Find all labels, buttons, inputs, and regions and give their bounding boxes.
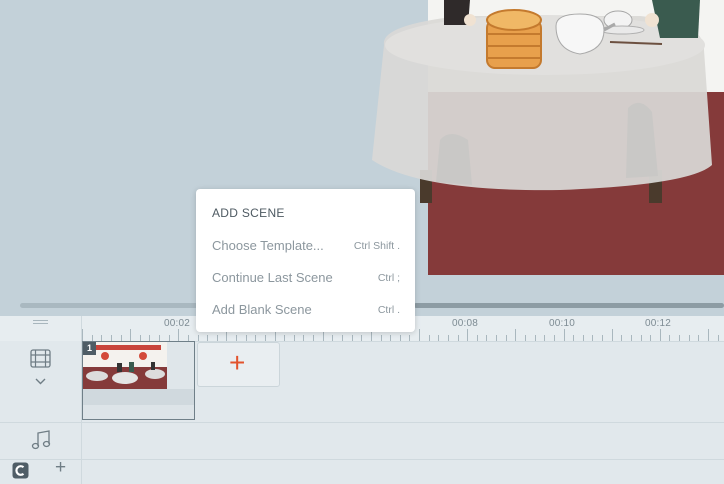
track-controls: + bbox=[0, 341, 82, 484]
track-separator bbox=[0, 422, 724, 423]
ruler-tick bbox=[255, 335, 257, 341]
menu-item-label: Add Blank Scene bbox=[212, 302, 312, 317]
ruler-tick bbox=[630, 335, 632, 341]
ruler-tick bbox=[515, 329, 517, 341]
ruler-tick bbox=[669, 335, 671, 341]
ruler-tick bbox=[611, 329, 613, 341]
thumb-table-1 bbox=[86, 371, 108, 381]
ruler-tick bbox=[438, 335, 440, 341]
ruler-tick bbox=[524, 335, 526, 341]
thumb-table-3 bbox=[145, 369, 165, 379]
ruler-label: 00:12 bbox=[645, 318, 672, 329]
ruler-tick bbox=[419, 329, 421, 341]
thumb-person-2 bbox=[129, 362, 134, 372]
scene-thumbnail-strip bbox=[83, 389, 194, 405]
ruler-tick bbox=[245, 335, 247, 341]
add-scene-button[interactable]: + bbox=[197, 342, 280, 387]
ruler-label: 00:08 bbox=[452, 318, 479, 329]
menu-title: ADD SCENE bbox=[212, 206, 285, 220]
ruler-tick bbox=[264, 335, 266, 341]
ruler-tick bbox=[130, 329, 132, 341]
ruler-tick bbox=[698, 335, 700, 341]
plus-icon[interactable]: + bbox=[55, 458, 66, 478]
ruler-tick bbox=[197, 335, 199, 341]
add-scene-menu: ADD SCENE Choose Template... Ctrl Shift … bbox=[196, 189, 415, 332]
ruler-tick bbox=[679, 335, 681, 341]
c-logo-icon[interactable] bbox=[12, 462, 29, 479]
ruler-tick bbox=[342, 335, 343, 341]
film-strip-icon[interactable] bbox=[30, 349, 51, 368]
stage-scrollbar-thumb[interactable] bbox=[414, 303, 724, 308]
ruler-tick bbox=[399, 335, 401, 341]
ruler-tick bbox=[486, 335, 488, 341]
lantern-right bbox=[139, 352, 147, 360]
ruler-tick bbox=[573, 335, 575, 341]
ruler-tick bbox=[216, 335, 218, 341]
ruler-tick bbox=[621, 335, 623, 341]
ruler-tick bbox=[303, 335, 305, 341]
ruler-tick bbox=[284, 335, 286, 341]
ruler-label: 00:02 bbox=[164, 318, 191, 329]
scene-thumbnail[interactable]: 1 bbox=[82, 341, 195, 420]
ruler-tick bbox=[380, 335, 382, 341]
menu-item-shortcut: Ctrl . bbox=[377, 304, 400, 316]
ruler-tick bbox=[592, 335, 594, 341]
music-note-icon[interactable] bbox=[30, 429, 52, 451]
thumb-person-3 bbox=[151, 362, 155, 370]
ruler-tick bbox=[563, 329, 565, 341]
ruler-tick bbox=[496, 335, 498, 341]
ruler-tick bbox=[313, 335, 315, 341]
ruler-tick bbox=[207, 335, 209, 341]
menu-item-add-blank-scene[interactable]: Add Blank Scene Ctrl . bbox=[196, 294, 415, 324]
scene-number-badge: 1 bbox=[83, 342, 96, 355]
ruler-tick bbox=[505, 335, 507, 341]
ruler-tick bbox=[332, 335, 334, 341]
ruler-tick bbox=[534, 335, 536, 341]
tablecloth-fold-left bbox=[436, 134, 472, 185]
menu-item-shortcut: Ctrl Shift . bbox=[353, 240, 400, 252]
ruler-tick bbox=[688, 335, 690, 341]
ruler-tick bbox=[544, 335, 546, 341]
plus-icon: + bbox=[229, 347, 246, 378]
ruler-tick bbox=[428, 335, 430, 341]
chevron-down-icon[interactable] bbox=[35, 378, 46, 385]
ruler-tick bbox=[659, 329, 661, 341]
drag-handle-icon[interactable] bbox=[0, 316, 82, 341]
ruler-tick bbox=[602, 335, 604, 341]
menu-item-label: Continue Last Scene bbox=[212, 270, 333, 285]
ruler-tick bbox=[409, 335, 411, 341]
ruler-tick bbox=[293, 335, 295, 341]
menu-item-choose-template[interactable]: Choose Template... Ctrl Shift . bbox=[196, 230, 415, 260]
ruler-tick bbox=[553, 335, 555, 341]
ruler-tick bbox=[476, 335, 478, 341]
person-left-hand bbox=[464, 14, 476, 26]
ruler-tick bbox=[582, 335, 584, 341]
ruler-tick bbox=[467, 329, 469, 341]
track-separator bbox=[0, 459, 724, 460]
thumb-table-2 bbox=[112, 372, 138, 384]
ruler-tick bbox=[390, 335, 392, 341]
menu-item-shortcut: Ctrl ; bbox=[377, 272, 400, 284]
ruler-tick bbox=[236, 335, 238, 341]
menu-item-label: Choose Template... bbox=[212, 238, 324, 253]
ruler-label: 00:10 bbox=[549, 318, 576, 329]
ruler-tick bbox=[351, 335, 353, 341]
ruler-tick bbox=[361, 335, 363, 341]
ruler-tick bbox=[82, 329, 83, 341]
thumb-person-1 bbox=[117, 363, 122, 372]
ruler-tick bbox=[650, 335, 652, 341]
ruler-tick bbox=[447, 335, 449, 341]
person-right bbox=[652, 0, 700, 38]
scene-thumbnail-strip bbox=[83, 405, 194, 419]
ruler-tick bbox=[457, 335, 459, 341]
ruler-tick bbox=[640, 335, 642, 341]
ruler-tick bbox=[717, 335, 719, 341]
dim-sum-basket-top bbox=[486, 9, 542, 31]
menu-item-continue-last-scene[interactable]: Continue Last Scene Ctrl ; bbox=[196, 262, 415, 292]
ruler-tick bbox=[707, 329, 709, 341]
person-right-hand bbox=[645, 13, 659, 27]
ruler-tick bbox=[178, 329, 180, 341]
lantern-left bbox=[101, 352, 109, 360]
